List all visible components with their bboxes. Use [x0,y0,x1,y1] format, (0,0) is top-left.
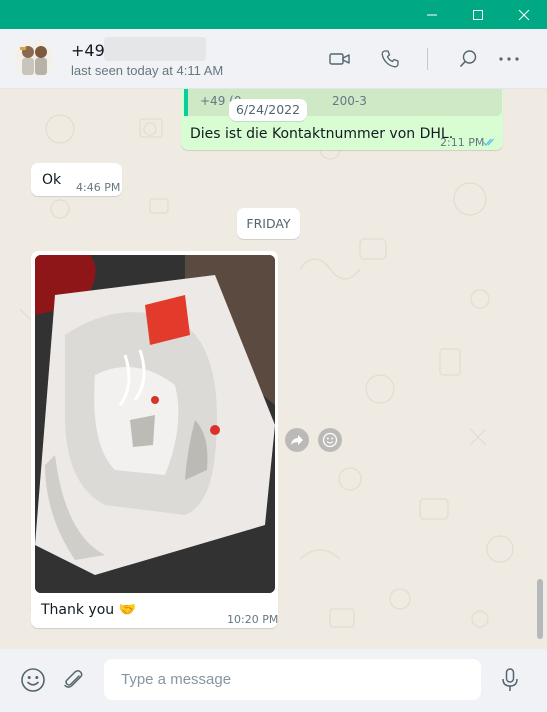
image-caption: Thank you 🤝 [41,602,137,618]
date-separator: FRIDAY [237,208,300,239]
message-time: 2:11 PM [440,136,485,149]
floating-date-pill: 6/24/2022 [229,99,307,121]
sneaker-photo-illustration [35,255,275,593]
minimize-button[interactable] [409,0,455,29]
menu-button[interactable] [496,46,522,72]
chat-scrollbar[interactable] [537,579,543,639]
message-text: Dies ist die Kontaktnummer von DHL. [190,126,454,142]
attach-button[interactable] [60,666,88,694]
chat-header: +49 1 last seen today at 4:11 AM [0,29,547,89]
voice-message-button[interactable] [496,666,524,694]
react-button[interactable] [318,428,342,452]
redacted-name-block [104,37,206,61]
maximize-icon [473,9,483,20]
quoted-text-end: 200-3 [332,94,367,108]
chat-panel[interactable]: +49 (0 200-3 6/24/2022 Dies ist die Kont… [0,89,547,649]
header-separator [427,48,428,70]
video-call-button[interactable] [327,46,353,72]
forward-icon [291,435,303,445]
search-button[interactable] [455,46,481,72]
voice-call-button[interactable] [377,46,403,72]
search-icon [459,50,477,68]
voice-call-icon [381,50,399,68]
contact-avatar-icon [14,39,54,79]
double-check-icon [482,138,494,146]
maximize-button[interactable] [455,0,501,29]
attach-icon [64,670,83,688]
message-time: 4:46 PM [76,181,121,194]
contact-status: last seen today at 4:11 AM [71,63,224,78]
message-text: Ok [42,172,62,188]
avatar[interactable] [14,39,54,79]
message-composer [0,649,547,712]
forward-button[interactable] [285,428,309,452]
emoji-icon [21,668,45,692]
close-button[interactable] [501,0,547,29]
window-titlebar [0,0,547,29]
emoji-react-icon [322,432,338,448]
close-icon [518,9,530,20]
video-call-icon [329,53,350,65]
shared-photo[interactable] [35,255,275,593]
microphone-icon [502,668,518,691]
message-time: 10:20 PM [227,613,279,626]
emoji-button[interactable] [19,666,47,694]
minimize-icon [427,14,437,15]
message-input[interactable] [104,659,481,700]
menu-dots-icon [499,57,519,61]
